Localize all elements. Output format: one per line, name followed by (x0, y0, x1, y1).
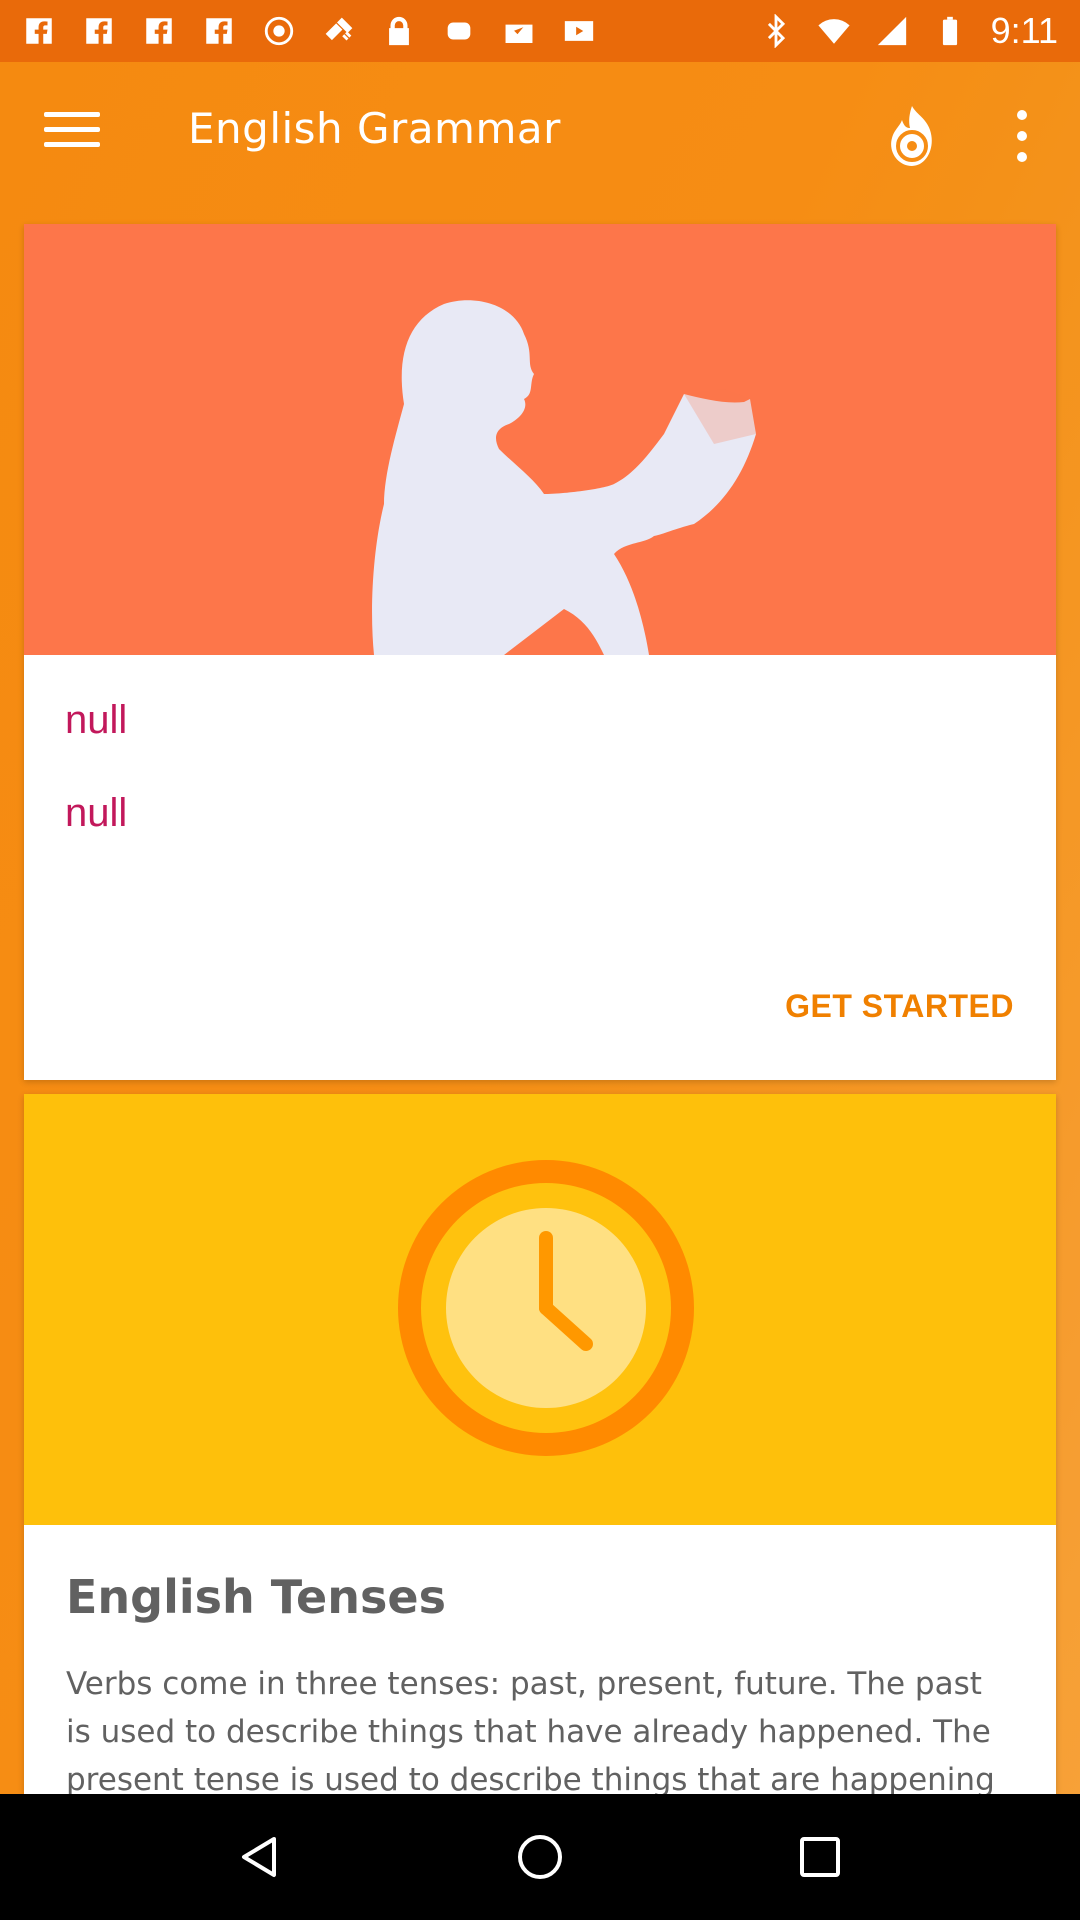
navigation-bar (0, 1794, 1080, 1920)
card-text-line1: null (65, 698, 128, 742)
signal-icon (875, 14, 909, 48)
inbox-check-icon (502, 14, 536, 48)
clock-illustration (24, 1094, 1056, 1525)
intro-card[interactable]: null null GET STARTED (24, 224, 1056, 1080)
satellite-fake-gps-icon (322, 14, 356, 48)
status-time: 9:11 (990, 10, 1058, 51)
back-triangle-icon[interactable] (230, 1827, 290, 1887)
home-circle-icon[interactable] (510, 1827, 570, 1887)
record-icon (262, 14, 296, 48)
get-started-button[interactable]: GET STARTED (785, 988, 1014, 1025)
recents-square-icon[interactable] (790, 1827, 850, 1887)
more-vert-icon[interactable] (1010, 110, 1034, 170)
app-bar: English Grammar (0, 62, 1080, 208)
bluetooth-icon (759, 14, 793, 48)
woman-reading-illustration (24, 224, 1056, 655)
status-system-icons: 9:11 (759, 10, 1058, 52)
android-icon (442, 14, 476, 48)
play-icon (562, 14, 596, 48)
english-tenses-card[interactable]: English Tenses Verbs come in three tense… (24, 1094, 1056, 1794)
fb-icon (22, 14, 56, 48)
status-bar: 9:11 (0, 0, 1080, 62)
fb-icon (142, 14, 176, 48)
clock-icon (398, 1160, 694, 1456)
fire-disc-icon[interactable] (882, 100, 942, 172)
wifi-icon (817, 14, 851, 48)
status-notification-icons (22, 14, 596, 48)
app-title: English Grammar (188, 104, 561, 153)
battery-icon (933, 14, 967, 48)
card-description: Verbs come in three tenses: past, presen… (66, 1666, 995, 1794)
card-title: English Tenses (66, 1570, 446, 1624)
card-text-line2: null (65, 791, 128, 835)
hamburger-menu-icon[interactable] (44, 112, 100, 156)
fb-icon (202, 14, 236, 48)
fb-icon (82, 14, 116, 48)
lock-icon (382, 14, 416, 48)
